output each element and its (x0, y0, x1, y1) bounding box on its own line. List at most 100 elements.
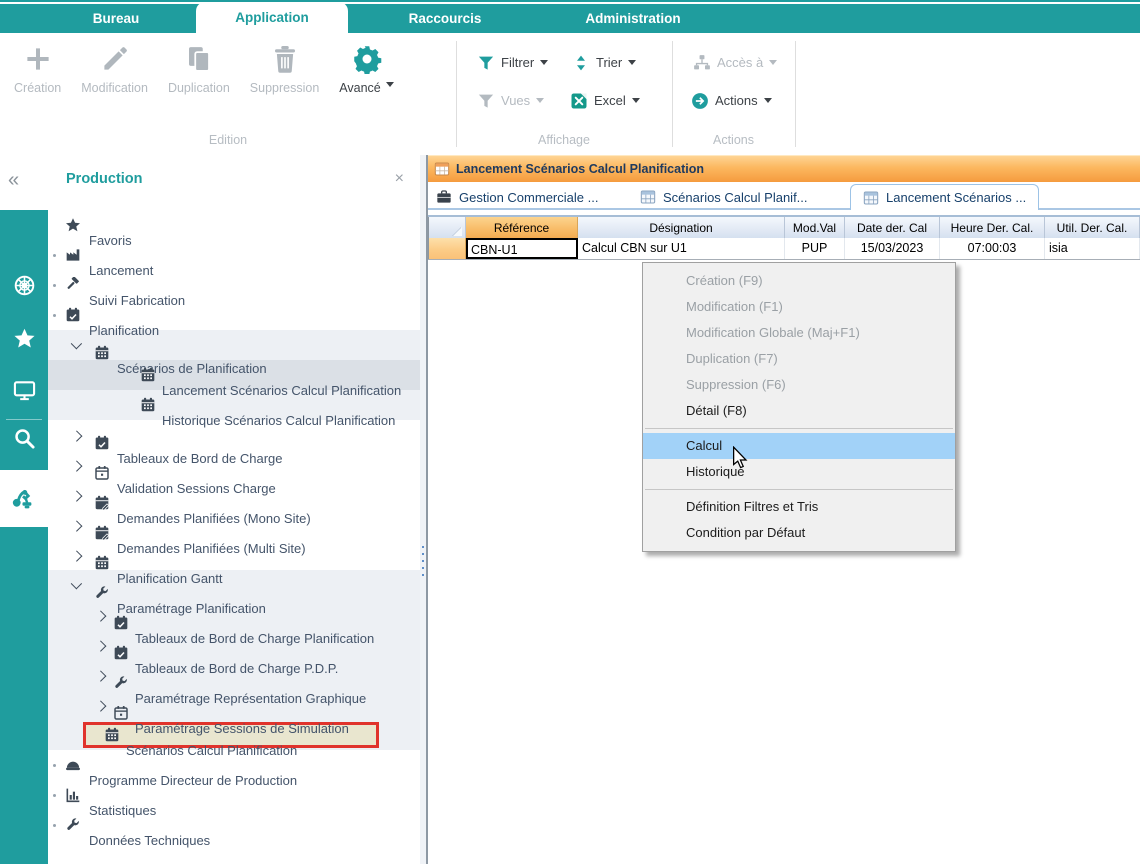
duplication-button[interactable]: Duplication (158, 43, 240, 95)
tree-item-label: Données Techniques (89, 826, 461, 856)
tree-item-label: Lancement (89, 256, 461, 286)
menu-item-definition-filtres-et-tris[interactable]: Définition Filtres et Tris (643, 494, 955, 520)
sort-icon (571, 53, 590, 72)
top-menu-bar: Bureau Application Raccourcis Administratio… (0, 0, 1140, 33)
collapse-sidebar-button[interactable]: « (8, 169, 19, 192)
menu-item-historique[interactable]: Historique (643, 459, 955, 485)
cell-date-der-cal[interactable]: 15/03/2023 (845, 238, 940, 259)
cell-util-der-cal[interactable]: isia (1045, 238, 1140, 259)
avance-button[interactable]: Avancé (329, 43, 403, 95)
column-header-heure-der-cal[interactable]: Heure Der. Cal. (940, 217, 1045, 239)
rail-item-modules[interactable] (0, 263, 48, 307)
document-title-bar: Lancement Scénarios Calcul Planification (428, 155, 1140, 182)
menu-item-creation-f9: Création (F9) (643, 268, 955, 294)
tree-item-favoris[interactable]: Favoris (48, 210, 420, 240)
calendar-check-icon (65, 307, 81, 323)
tree-item-label: Demandes Planifiées (Mono Site) (117, 504, 489, 534)
tab-label: Lancement Scénarios ... (886, 190, 1026, 205)
filtrer-button[interactable]: Filtrer (476, 53, 548, 72)
chevron-right-icon[interactable] (71, 430, 82, 441)
nav-close-button[interactable]: × (395, 170, 404, 188)
wrench-icon (65, 817, 81, 833)
star-icon (13, 327, 36, 350)
menu-item-condition-par-defaut[interactable]: Condition par Défaut (643, 520, 955, 546)
tree-item-label: Favoris (89, 226, 461, 256)
chevron-right-icon[interactable] (95, 670, 106, 681)
chevron-right-icon[interactable] (71, 550, 82, 561)
column-header-util-der-cal[interactable]: Util. Der. Cal. (1045, 217, 1140, 239)
rail-item-search[interactable] (0, 416, 48, 460)
menu-tab-application[interactable]: Application (196, 2, 348, 33)
plus-icon (22, 43, 54, 75)
document-tab-gestion-commerciale[interactable]: Gestion Commerciale ... (436, 185, 598, 209)
cell-designation[interactable]: Calcul CBN sur U1 (578, 238, 785, 259)
calendar-grid-icon (140, 367, 156, 383)
menu-tab-bureau[interactable]: Bureau (60, 4, 172, 33)
tree-item-label: Lancement Scénarios Calcul Planification (162, 376, 534, 406)
chevron-right-icon[interactable] (95, 610, 106, 621)
column-header-date-der-cal[interactable]: Date der. Cal (845, 217, 940, 239)
chevron-down-icon[interactable] (71, 338, 82, 349)
tree-item-label: Statistiques (89, 796, 461, 826)
chevron-right-icon[interactable] (71, 490, 82, 501)
rail-item-favorites[interactable] (0, 316, 48, 360)
module-rail: « (0, 155, 48, 864)
calendar-grid-icon (94, 345, 110, 361)
duplicate-icon (183, 43, 215, 75)
acces-a-button[interactable]: Accès à (692, 53, 777, 72)
column-header-designation[interactable]: Désignation (578, 217, 785, 239)
robot-icon (11, 486, 37, 512)
window-icon (863, 190, 879, 206)
vues-button[interactable]: Vues (476, 91, 544, 110)
document-tab-scenarios-calcul-planif[interactable]: Scénarios Calcul Planif... (640, 185, 808, 209)
chevron-right-icon[interactable] (95, 700, 106, 711)
chevron-down-icon[interactable] (71, 578, 82, 589)
menu-item-calcul[interactable]: Calcul (643, 433, 955, 459)
ribbon-divider (456, 41, 457, 147)
calendar-grid-icon (140, 397, 156, 413)
menu-separator (645, 428, 953, 429)
trier-button[interactable]: Trier (571, 53, 636, 72)
menu-item-duplication-f7: Duplication (F7) (643, 346, 955, 372)
grid-data-row[interactable]: CBN-U1Calcul CBN sur U1PUP15/03/202307:0… (428, 238, 1140, 260)
star-icon (65, 217, 81, 233)
modification-button[interactable]: Modification (71, 43, 158, 95)
button-label: Modification (81, 81, 148, 95)
tree-bullet (53, 794, 56, 797)
gear-icon (351, 43, 383, 75)
cell-reference[interactable]: CBN-U1 (466, 238, 578, 259)
chevron-right-icon[interactable] (71, 520, 82, 531)
tree-item-label: Paramétrage Représentation Graphique (135, 684, 507, 714)
document-tab-lancement-scenarios[interactable]: Lancement Scénarios ... (850, 184, 1039, 210)
button-label: Excel (594, 93, 626, 108)
wrench-icon (113, 675, 129, 691)
cell-mod-val[interactable]: PUP (785, 238, 845, 259)
menu-tab-raccourcis[interactable]: Raccourcis (388, 4, 502, 33)
actions-button[interactable]: Actions (690, 91, 772, 110)
tree-item-label: Validation Sessions Charge (117, 474, 489, 504)
calendar-check-icon (113, 645, 129, 661)
rail-item-robotics[interactable] (0, 470, 48, 527)
context-menu: Création (F9)Modification (F1)Modificati… (642, 262, 956, 552)
tree-item-label: Suivi Fabrication (89, 286, 461, 316)
tree-bullet (53, 284, 56, 287)
suppression-button[interactable]: Suppression (240, 43, 330, 95)
excel-button[interactable]: Excel (569, 91, 640, 110)
chevron-right-icon[interactable] (71, 460, 82, 471)
column-header-reference[interactable]: Référence (466, 217, 578, 239)
menu-item-detail-f8[interactable]: Détail (F8) (643, 398, 955, 424)
rail-divider (6, 419, 42, 420)
module-rail-strip (0, 210, 48, 864)
main-work-area: Lancement Scénarios Calcul Planification… (428, 155, 1140, 864)
ribbon-group-label-affichage: Affichage (456, 133, 672, 147)
button-label: Création (14, 81, 61, 95)
factory-icon (65, 247, 81, 263)
chevron-right-icon[interactable] (95, 640, 106, 651)
document-tabstrip: Gestion Commerciale ... Scénarios Calcul … (428, 182, 1140, 212)
cell-heure-der-cal[interactable]: 07:00:03 (940, 238, 1045, 259)
rail-item-display[interactable] (0, 368, 48, 412)
creation-button[interactable]: Création (4, 43, 71, 95)
column-header-mod-val[interactable]: Mod.Val (785, 217, 845, 239)
calendar-dot-icon (94, 465, 110, 481)
menu-tab-administration[interactable]: Administration (566, 4, 700, 33)
